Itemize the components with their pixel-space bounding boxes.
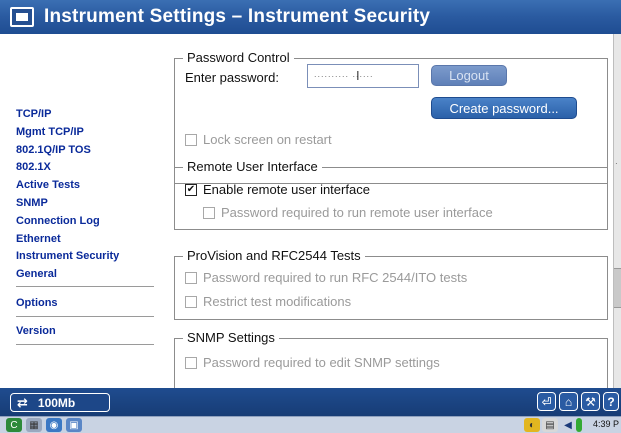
link-speed-label: 100Mb: [37, 395, 76, 410]
scrollbar-thumb[interactable]: [614, 268, 621, 308]
remote-ui-group: Remote User Interface ✔ Enable remote us…: [174, 159, 608, 230]
provision-legend: ProVision and RFC2544 Tests: [183, 248, 365, 264]
window-app-icon: [10, 7, 34, 27]
scroll-marker: ·: [615, 159, 618, 168]
snmp-password-row[interactable]: Password required to edit SNMP settings: [185, 355, 440, 370]
nav-item-instrument-security[interactable]: Instrument Security: [16, 248, 119, 266]
nav-divider: [16, 344, 154, 345]
keyboard-icon[interactable]: ▦: [26, 418, 42, 432]
tools-icon[interactable]: ⚒: [581, 392, 600, 411]
lock-screen-row[interactable]: Lock screen on restart: [185, 132, 332, 147]
rfc-password-row[interactable]: Password required to run RFC 2544/ITO te…: [185, 270, 467, 285]
text-cursor-icon: I: [356, 68, 360, 83]
taskbar: C ▦ ◉ ▣ ◐ ▤ ◀ 4:39 P: [0, 416, 621, 433]
provision-group: ProVision and RFC2544 Tests Password req…: [174, 248, 608, 320]
remote-ui-password-row[interactable]: Password required to run remote user int…: [203, 205, 493, 220]
remote-ui-password-label: Password required to run remote user int…: [221, 205, 493, 220]
globe-icon[interactable]: ◉: [46, 418, 62, 432]
clock[interactable]: 4:39 P: [593, 419, 619, 429]
rfc-password-label: Password required to run RFC 2544/ITO te…: [203, 270, 468, 285]
enter-password-label: Enter password:: [185, 70, 279, 85]
status-bar: ⇄ 100Mb ⏎ ⌂ ⚒ ?: [0, 388, 621, 416]
window-title: Instrument Settings – Instrument Securit…: [44, 6, 431, 27]
snmp-group: SNMP Settings Password required to edit …: [174, 330, 608, 388]
remote-ui-legend: Remote User Interface: [183, 159, 322, 175]
nav-item-ethernet[interactable]: Ethernet: [16, 231, 119, 249]
nav-item-version[interactable]: Version: [16, 323, 56, 341]
nav-item-8021x[interactable]: 802.1X: [16, 159, 119, 177]
checkmark-icon: ✔: [186, 183, 196, 195]
start-icon[interactable]: C: [6, 418, 22, 432]
settings-panel: Password Control Enter password: .......…: [160, 34, 613, 388]
snmp-legend: SNMP Settings: [183, 330, 279, 346]
password-input[interactable]: .......... ...... I: [307, 64, 419, 88]
restrict-modifications-checkbox[interactable]: [185, 295, 197, 308]
vertical-scrollbar[interactable]: ·: [613, 34, 621, 388]
lock-screen-label: Lock screen on restart: [203, 132, 332, 147]
nav-list: TCP/IP Mgmt TCP/IP 802.1Q/IP TOS 802.1X …: [16, 106, 119, 284]
nav-item-tcp-ip[interactable]: TCP/IP: [16, 106, 119, 124]
home-icon[interactable]: ⌂: [559, 392, 578, 411]
help-icon[interactable]: ?: [603, 392, 619, 411]
restrict-modifications-row[interactable]: Restrict test modifications: [185, 294, 351, 309]
nav-divider: [16, 286, 154, 287]
logout-button[interactable]: Logout: [431, 65, 507, 86]
settings-nav: TCP/IP Mgmt TCP/IP 802.1Q/IP TOS 802.1X …: [0, 34, 160, 388]
speaker-icon[interactable]: ◀: [560, 418, 576, 432]
lock-screen-checkbox[interactable]: [185, 133, 197, 146]
title-bar: Instrument Settings – Instrument Securit…: [0, 0, 621, 34]
nav-item-8021q-ip-tos[interactable]: 802.1Q/IP TOS: [16, 142, 119, 160]
remote-ui-password-checkbox[interactable]: [203, 206, 215, 219]
nav-item-connection-log[interactable]: Connection Log: [16, 213, 119, 231]
enter-password-row: Enter password:: [185, 70, 279, 85]
nav-item-options[interactable]: Options: [16, 295, 58, 313]
nav-item-snmp[interactable]: SNMP: [16, 195, 119, 213]
enable-remote-ui-row[interactable]: ✔ Enable remote user interface: [185, 182, 370, 197]
nav-item-mgmt-tcp-ip[interactable]: Mgmt TCP/IP: [16, 124, 119, 142]
snmp-password-label: Password required to edit SNMP settings: [203, 355, 440, 370]
rfc-password-checkbox[interactable]: [185, 271, 197, 284]
swap-arrows-icon: ⇄: [17, 394, 28, 410]
nav-item-general[interactable]: General: [16, 266, 119, 284]
clipboard-icon[interactable]: ▤: [542, 418, 558, 432]
battery-icon: [576, 418, 582, 432]
create-password-button[interactable]: Create password...: [431, 97, 577, 119]
search-icon[interactable]: ◐: [524, 418, 540, 432]
link-speed-indicator[interactable]: ⇄ 100Mb: [10, 393, 110, 412]
window-icon[interactable]: ▣: [66, 418, 82, 432]
password-dots: .......... ......: [314, 69, 374, 79]
enable-remote-ui-label: Enable remote user interface: [203, 182, 370, 197]
nav-item-active-tests[interactable]: Active Tests: [16, 177, 119, 195]
password-control-legend: Password Control: [183, 50, 294, 66]
enable-remote-ui-checkbox[interactable]: ✔: [185, 183, 197, 196]
restrict-modifications-label: Restrict test modifications: [203, 294, 352, 309]
exit-icon[interactable]: ⏎: [537, 392, 556, 411]
nav-divider: [16, 316, 154, 317]
snmp-password-checkbox[interactable]: [185, 356, 197, 369]
